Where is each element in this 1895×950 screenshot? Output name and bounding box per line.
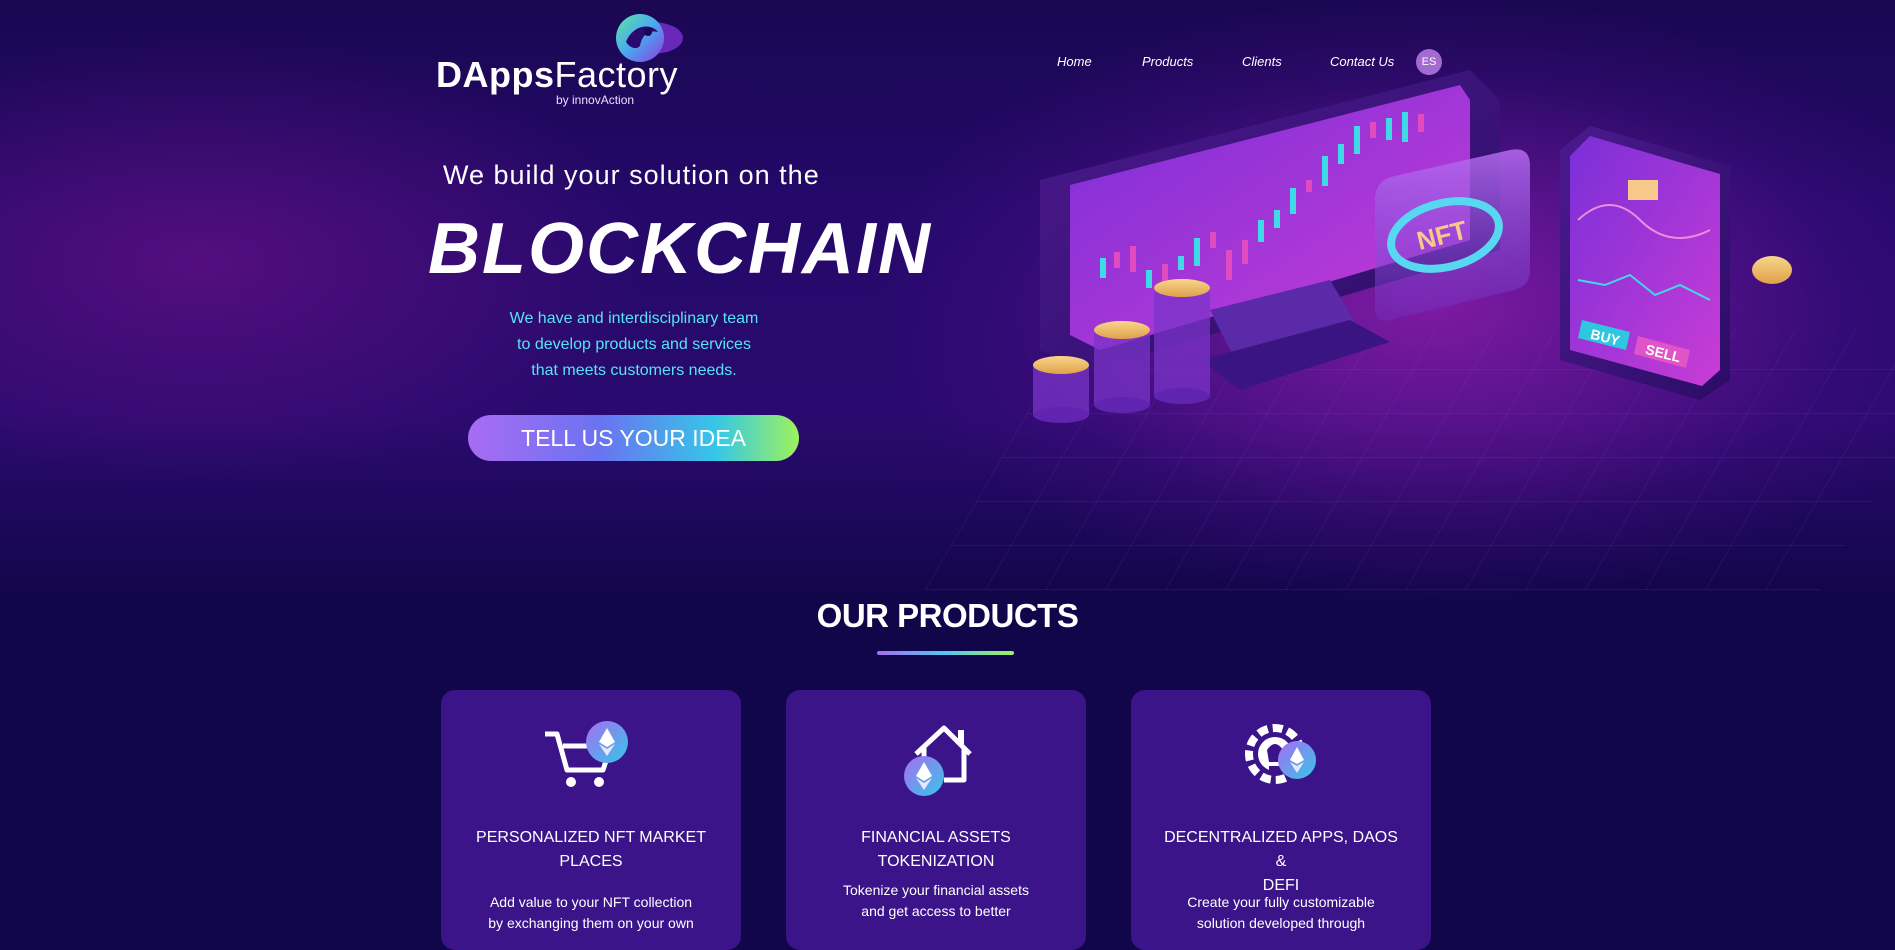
card-title: PERSONALIZED NFT MARKET PLACES: [471, 826, 711, 874]
cart-ethereum-icon: [545, 721, 628, 787]
hero-description-line: that meets customers needs.: [531, 362, 737, 379]
card-text-line: Tokenize your financial assets: [843, 882, 1029, 898]
card-title-line: TOKENIZATION: [877, 853, 995, 870]
card-title-line: PERSONALIZED NFT MARKET: [476, 829, 706, 846]
logo-tagline: by innovAction: [556, 93, 635, 107]
lightbulb-gear-ethereum-icon: [1245, 724, 1316, 784]
card-text-line: Add value to your NFT collection: [489, 894, 693, 910]
hero-pre-title: We build your solution on the: [443, 160, 820, 190]
card-description: Tokenize your financial assets and get a…: [816, 880, 1056, 922]
nav-products[interactable]: Products: [1142, 54, 1193, 69]
products-section-title: OUR PRODUCTS: [816, 597, 1079, 634]
product-card-dapps-daos-defi[interactable]: DECENTRALIZED APPS, DAOS & DEFI Create y…: [1131, 690, 1431, 950]
card-title: DECENTRALIZED APPS, DAOS & DEFI: [1161, 826, 1401, 898]
hero-description: We have and interdisciplinary team to de…: [470, 306, 798, 384]
hero-illustration: NFT BUY SELL: [1033, 70, 1792, 423]
card-text-line: by exchanging them on your own: [488, 915, 694, 931]
card-title-line: FINANCIAL ASSETS: [861, 829, 1011, 846]
card-description: Add value to your NFT collection by exch…: [471, 892, 711, 934]
nav-contact-us[interactable]: Contact Us: [1330, 54, 1394, 69]
nav-clients[interactable]: Clients: [1242, 54, 1282, 69]
house-ethereum-icon: [904, 725, 972, 796]
logo[interactable]: DAppsFactory by innovAction: [436, 12, 686, 112]
hero-description-line: We have and interdisciplinary team: [509, 310, 759, 327]
tell-us-your-idea-button[interactable]: TELL US YOUR IDEA: [468, 415, 799, 461]
card-text-line: solution developed through: [1196, 915, 1366, 931]
nav-home[interactable]: Home: [1057, 54, 1092, 69]
hero-description-line: to develop products and services: [517, 336, 751, 353]
card-title-line: PLACES: [559, 853, 623, 870]
card-title: FINANCIAL ASSETS TOKENIZATION: [816, 826, 1056, 874]
product-card-asset-tokenization[interactable]: FINANCIAL ASSETS TOKENIZATION Tokenize y…: [786, 690, 1086, 950]
product-card-nft-marketplaces[interactable]: PERSONALIZED NFT MARKET PLACES Add value…: [441, 690, 741, 950]
logo-wordmark: DAppsFactory: [436, 54, 679, 95]
floating-coin-graphic: [1752, 256, 1792, 284]
card-text-line: and get access to better: [861, 903, 1011, 919]
card-text-line: Create your fully customizable: [1187, 894, 1375, 910]
title-underline: [877, 651, 1014, 655]
card-description: Create your fully customizable solution …: [1161, 892, 1401, 934]
hero-title: BLOCKCHAIN: [428, 209, 932, 289]
phone-graphic: BUY SELL: [1560, 126, 1730, 400]
card-title-line: DECENTRALIZED APPS, DAOS &: [1164, 829, 1398, 870]
